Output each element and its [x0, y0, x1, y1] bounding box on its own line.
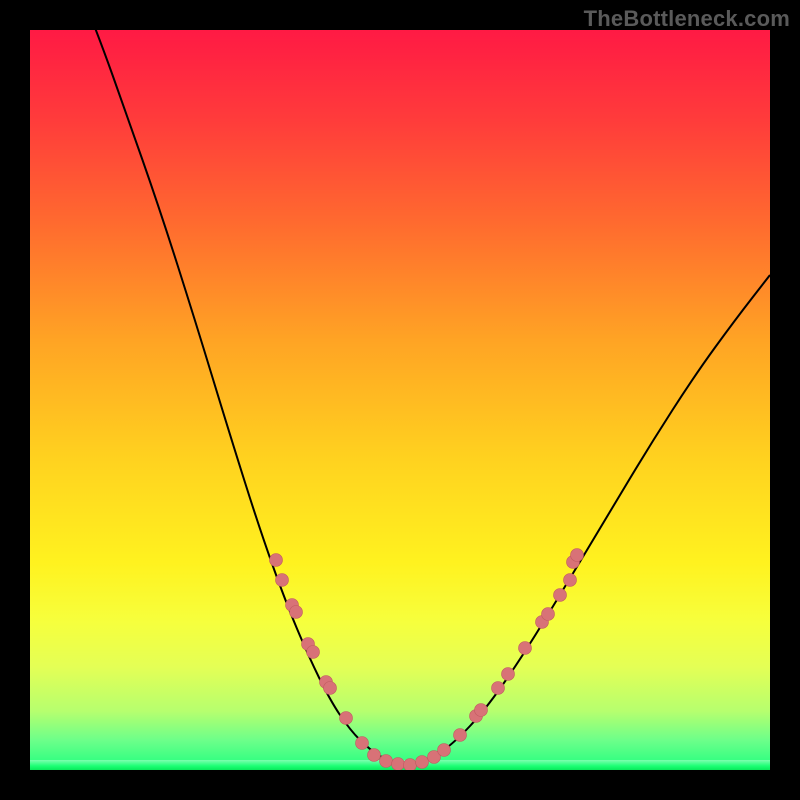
scatter-dot — [307, 646, 320, 659]
scatter-dot — [356, 737, 369, 750]
scatter-dot — [340, 712, 353, 725]
chart-svg — [30, 30, 770, 770]
scatter-dot — [542, 608, 555, 621]
scatter-dot — [290, 606, 303, 619]
scatter-dot — [519, 642, 532, 655]
scatter-dot — [475, 704, 488, 717]
scatter-dot — [416, 756, 429, 769]
curve-right-arm — [408, 275, 770, 767]
scatter-dot — [454, 729, 467, 742]
curve-left-arm — [88, 30, 408, 767]
plot-area — [30, 30, 770, 770]
scatter-dot — [380, 755, 393, 768]
scatter-dot — [554, 589, 567, 602]
scatter-dot — [404, 759, 417, 771]
scatter-dot — [276, 574, 289, 587]
scatter-dot — [492, 682, 505, 695]
scatter-dot — [270, 554, 283, 567]
scatter-dot — [324, 682, 337, 695]
watermark-text: TheBottleneck.com — [584, 6, 790, 32]
scatter-dots — [270, 549, 584, 771]
scatter-dot — [438, 744, 451, 757]
scatter-dot — [502, 668, 515, 681]
scatter-dot — [392, 758, 405, 771]
chart-frame: TheBottleneck.com — [0, 0, 800, 800]
scatter-dot — [571, 549, 584, 562]
scatter-dot — [564, 574, 577, 587]
scatter-dot — [368, 749, 381, 762]
